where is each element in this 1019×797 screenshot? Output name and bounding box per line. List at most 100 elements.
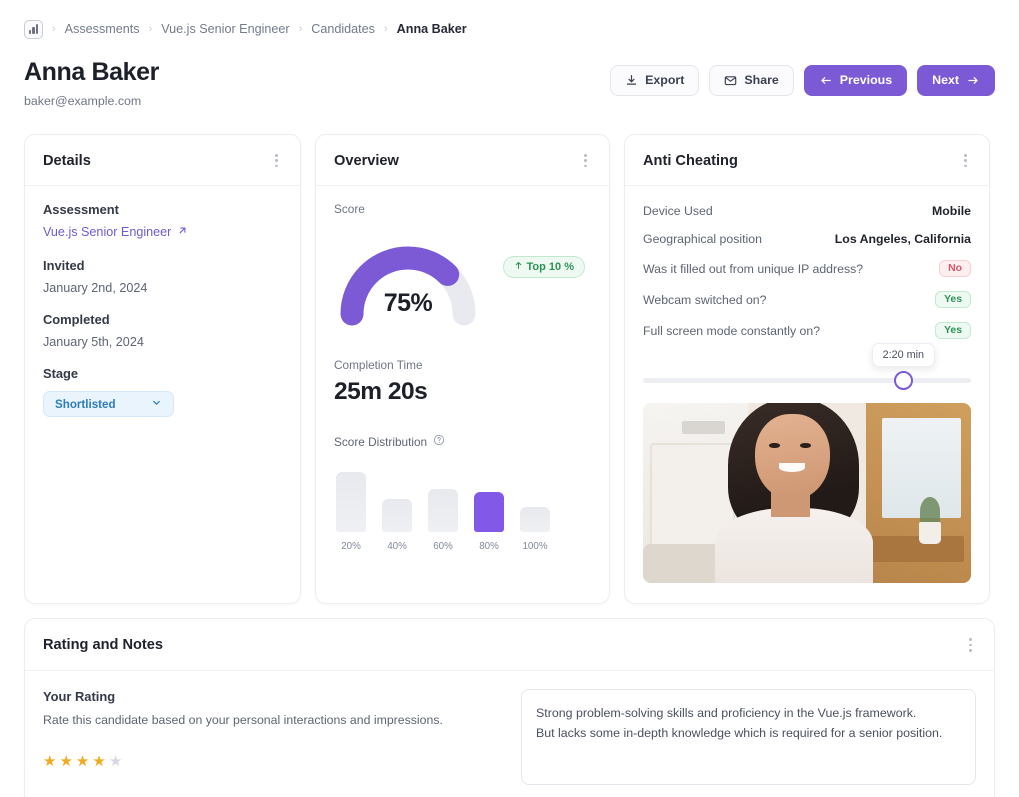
status-badge-yes: Yes: [935, 291, 971, 309]
anti-cheating-value: Mobile: [932, 204, 971, 219]
star-5[interactable]: ★: [109, 754, 122, 769]
bar-chart-icon[interactable]: [24, 19, 43, 39]
assessment-link[interactable]: Vue.js Senior Engineer: [43, 225, 188, 239]
candidate-email: baker@example.com: [24, 94, 142, 108]
chart-tick-label: 40%: [387, 541, 407, 553]
chevron-down-icon: [151, 397, 162, 411]
invited-value: January 2nd, 2024: [43, 281, 148, 296]
star-4[interactable]: ★: [92, 754, 105, 769]
overview-card: Overview Score 75% Top 10 % Completion T…: [315, 134, 610, 605]
share-button[interactable]: Share: [709, 65, 794, 96]
breadcrumb-item-candidates[interactable]: Candidates: [311, 22, 375, 36]
export-button[interactable]: Export: [610, 65, 700, 96]
chart-bar[interactable]: [474, 492, 504, 533]
top-percentile-label: Top 10 %: [526, 261, 574, 274]
share-label: Share: [744, 73, 779, 88]
anti-cheating-row: Full screen mode constantly on? Yes: [643, 322, 971, 340]
breadcrumb-item-assessments[interactable]: Assessments: [65, 22, 140, 36]
chart-bar[interactable]: [382, 499, 412, 533]
chart-bar-column: [336, 472, 366, 533]
candidate-detail-page: › Assessments › Vue.js Senior Engineer ›…: [0, 0, 1019, 797]
stage-select[interactable]: Shortlisted: [43, 391, 174, 418]
question-circle-icon[interactable]: [433, 433, 445, 451]
details-card-body: Assessment Vue.js Senior Engineer Invite…: [25, 186, 300, 437]
rating-card-body: Your Rating Rate this candidate based on…: [25, 671, 994, 797]
anti-cheating-key: Full screen mode constantly on?: [643, 323, 821, 338]
assessment-label: Assessment: [43, 202, 119, 218]
top-percentile-badge: Top 10 %: [502, 256, 585, 279]
anti-cheating-card: Anti Cheating Device Used Mobile Geographi…: [624, 134, 990, 605]
stage-selected-value: Shortlisted: [55, 397, 116, 411]
arrow-right-icon: [966, 74, 980, 87]
chart-bar[interactable]: [520, 507, 550, 533]
video-window-sill: [866, 536, 965, 562]
chart-bar-column: [520, 507, 550, 533]
anti-cheating-more-options-icon[interactable]: [960, 150, 971, 171]
candidate-identity: Anna Baker baker@example.com: [24, 58, 159, 108]
webcam-recording-frame[interactable]: [643, 403, 971, 584]
scrubber-thumb[interactable]: [893, 371, 913, 391]
anti-cheating-card-body: Device Used Mobile Geographical position Lo…: [625, 186, 989, 603]
chart-tick-label: 20%: [341, 541, 361, 553]
video-person-smile: [779, 462, 806, 472]
score-gauge: 75% Top 10 %: [334, 226, 591, 344]
invited-label: Invited: [43, 258, 85, 274]
anti-cheating-row: Webcam switched on? Yes: [643, 291, 971, 309]
next-button[interactable]: Next: [917, 65, 995, 96]
chart-tick-label: 80%: [479, 541, 499, 553]
breadcrumb-separator: ›: [148, 22, 153, 35]
video-person-eye-right: [800, 442, 812, 448]
rating-section: Your Rating Rate this candidate based on…: [43, 689, 521, 785]
overview-card-title: Overview: [334, 152, 399, 169]
notes-textarea[interactable]: [521, 688, 976, 785]
anti-cheating-row: Was it filled out from unique IP address…: [643, 260, 971, 278]
rating-card-title: Rating and Notes: [43, 636, 163, 653]
previous-button[interactable]: Previous: [803, 65, 908, 96]
star-2[interactable]: ★: [59, 754, 72, 769]
chart-tick-label: 100%: [522, 541, 548, 553]
chart-bar-column: [382, 499, 412, 533]
anti-cheating-key: Device Used: [643, 204, 713, 219]
anti-cheating-row: Geographical position Los Angeles, Califo…: [643, 232, 971, 246]
recording-time-tooltip: 2:20 min: [871, 343, 935, 368]
breadcrumb-separator: ›: [298, 22, 303, 35]
video-person-eye-left: [769, 442, 781, 448]
video-person-shirt: [715, 507, 873, 584]
page-header: Anna Baker baker@example.com Export Shar…: [24, 46, 995, 108]
status-badge-yes: Yes: [935, 322, 971, 340]
score-value: 75%: [383, 289, 433, 318]
video-shelf-object: [682, 421, 725, 434]
chart-bar[interactable]: [428, 489, 458, 533]
score-distribution-label: Score Distribution: [334, 435, 428, 450]
breadcrumb-separator: ›: [52, 22, 56, 35]
completed-value: January 5th, 2024: [43, 335, 144, 350]
completion-time-value: 25m 20s: [334, 378, 428, 406]
breadcrumb-item-assessment-name[interactable]: Vue.js Senior Engineer: [161, 22, 289, 36]
chart-bar[interactable]: [336, 472, 366, 533]
video-person-face: [754, 414, 830, 501]
rating-description: Rate this candidate based on your person…: [43, 712, 443, 727]
arrow-left-icon: [819, 74, 833, 87]
star-3[interactable]: ★: [76, 754, 89, 769]
rating-more-options-icon[interactable]: [965, 634, 976, 655]
stage-label: Stage: [43, 366, 79, 382]
anti-cheating-card-title: Anti Cheating: [643, 152, 738, 169]
your-rating-label: Your Rating: [43, 688, 116, 704]
score-distribution-chart: [334, 464, 591, 533]
star-rating[interactable]: ★ ★ ★ ★ ★: [43, 754, 521, 769]
breadcrumb-separator: ›: [383, 22, 388, 35]
details-card-header: Details: [25, 135, 300, 187]
scrubber-track[interactable]: [643, 378, 971, 384]
anti-cheating-card-header: Anti Cheating: [625, 135, 989, 187]
details-more-options-icon[interactable]: [271, 150, 282, 171]
overview-more-options-icon[interactable]: [580, 150, 591, 171]
status-badge-no: No: [939, 260, 971, 278]
recording-scrubber[interactable]: 2:20 min: [643, 343, 971, 393]
download-icon: [625, 74, 638, 87]
video-plant-pot: [918, 522, 942, 544]
completion-time-label: Completion Time: [334, 358, 423, 373]
star-1[interactable]: ★: [43, 754, 56, 769]
score-distribution-ticks: 20% 40% 60% 80% 100%: [334, 541, 591, 552]
arrow-up-icon: [514, 261, 523, 273]
anti-cheating-key: Geographical position: [643, 232, 762, 247]
